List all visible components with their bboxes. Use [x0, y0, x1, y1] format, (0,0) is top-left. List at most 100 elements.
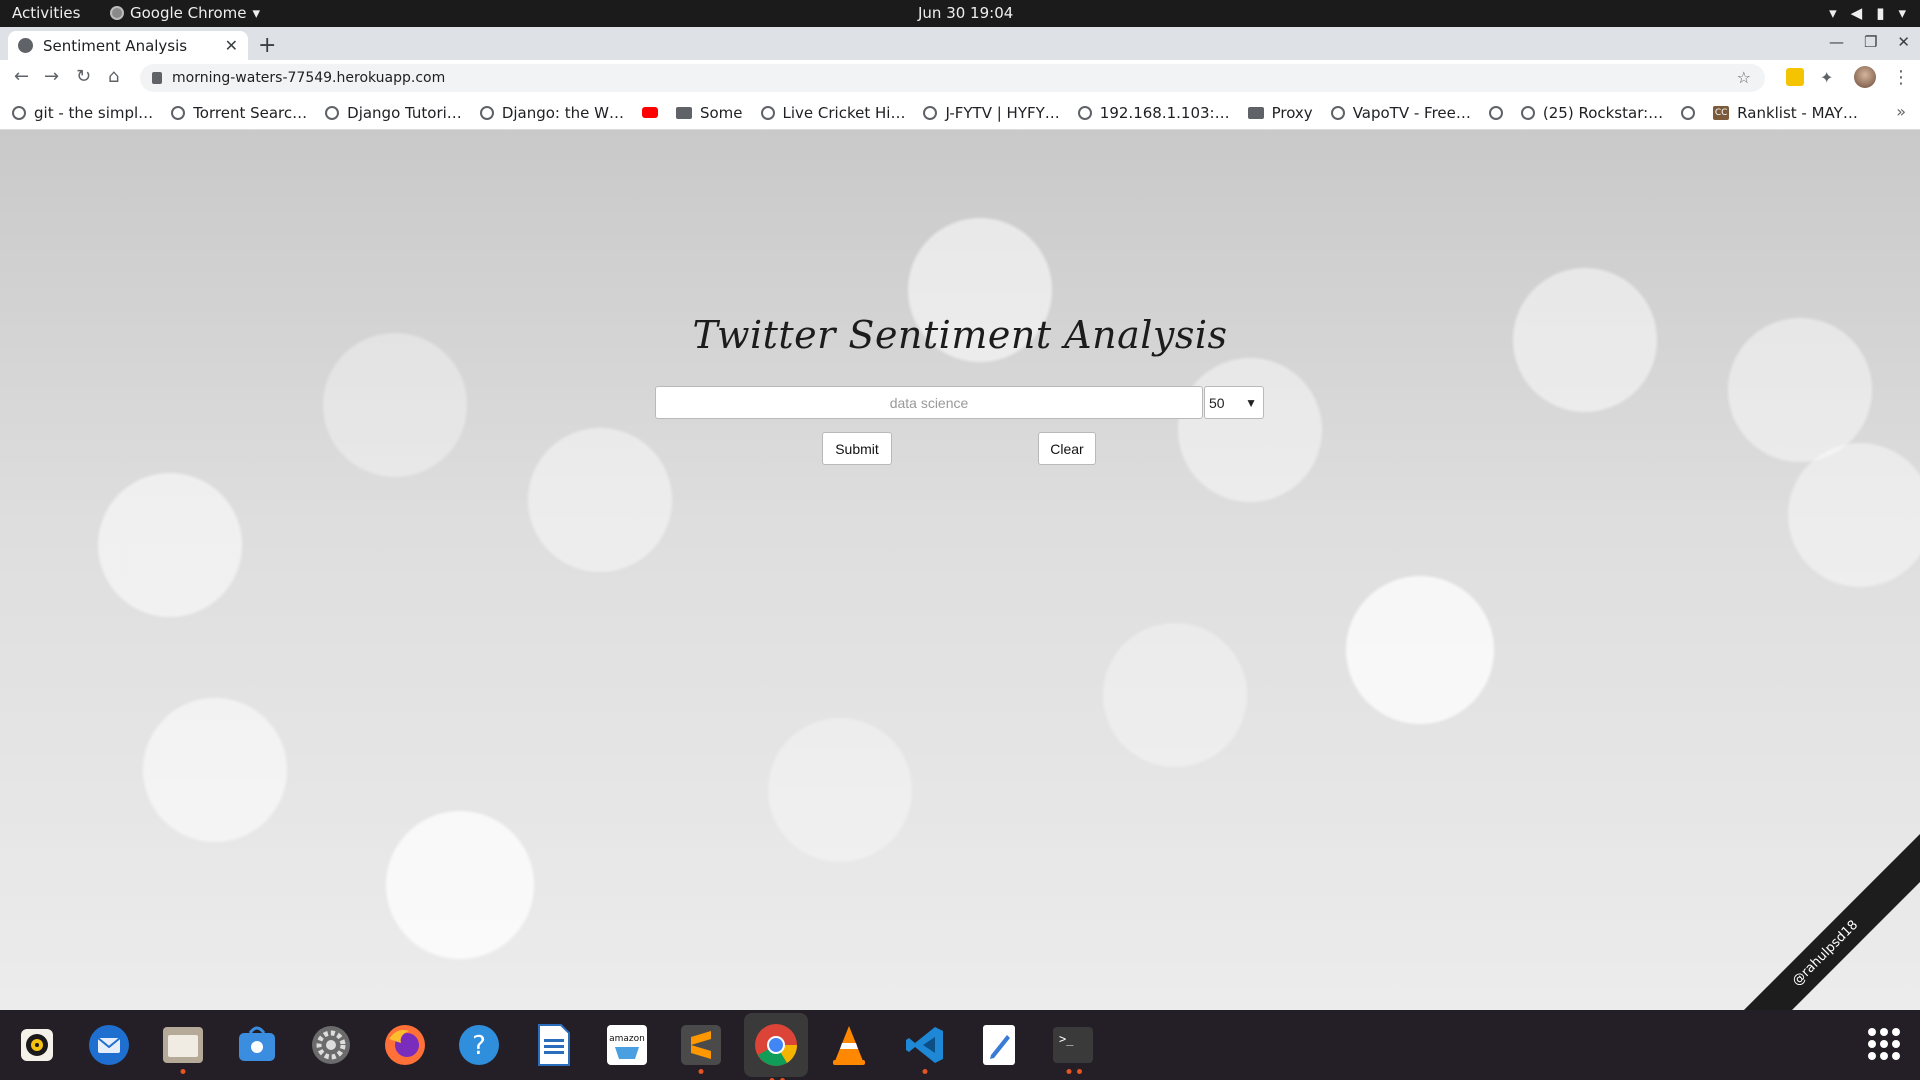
volume-icon: ◀: [1850, 4, 1863, 22]
bookmark-item[interactable]: Live Cricket Hi…: [760, 104, 905, 122]
settings-icon[interactable]: [308, 1022, 354, 1068]
svg-text:>_: >_: [1059, 1032, 1074, 1046]
sublime-icon[interactable]: [678, 1022, 724, 1074]
search-query-input[interactable]: [655, 386, 1203, 419]
globe-icon: [325, 105, 340, 120]
tab-strip: Sentiment Analysis ✕ + — ❐ ✕: [0, 27, 1920, 60]
activities-button[interactable]: Activities: [12, 4, 80, 22]
bookmarks-overflow-icon[interactable]: »: [1896, 102, 1906, 121]
restore-icon[interactable]: ❐: [1864, 33, 1877, 51]
puzzle-icon[interactable]: ✦: [1820, 68, 1838, 87]
globe-icon: [1077, 105, 1092, 120]
bookmarks-bar: git - the simpl… Torrent Searc… Django T…: [0, 96, 1920, 130]
system-tray[interactable]: ▾ ◀ ▮ ▾: [1829, 4, 1906, 22]
globe-icon: [1330, 105, 1345, 120]
home-icon[interactable]: ⌂: [108, 66, 119, 87]
bookmark-item[interactable]: VapoTV - Free…: [1330, 104, 1471, 122]
bookmark-folder[interactable]: Some: [675, 104, 743, 122]
bookmark-star-icon[interactable]: ☆: [1737, 68, 1751, 87]
bookmark-item[interactable]: Torrent Searc…: [171, 104, 307, 122]
minimize-icon[interactable]: —: [1829, 33, 1844, 51]
running-indicator: [922, 1069, 928, 1074]
terminal-icon[interactable]: >_: [1050, 1022, 1096, 1074]
back-icon[interactable]: ←: [14, 66, 29, 87]
running-indicator: [698, 1069, 704, 1074]
window-controls: — ❐ ✕: [1829, 33, 1910, 51]
globe-icon: [1681, 105, 1696, 120]
vscode-icon[interactable]: [902, 1022, 948, 1074]
app-menu-label: Google Chrome: [130, 4, 247, 22]
address-bar[interactable]: morning-waters-77549.herokuapp.com ☆: [140, 64, 1765, 92]
writer-icon[interactable]: [530, 1022, 576, 1068]
lock-icon: [152, 72, 162, 84]
tweet-count-select[interactable]: 50 ▼: [1204, 386, 1264, 419]
chrome-icon[interactable]: [744, 1013, 808, 1080]
chrome-icon: [110, 6, 124, 20]
tab-sentiment-analysis[interactable]: Sentiment Analysis ✕: [8, 31, 248, 60]
bookmark-item[interactable]: [1488, 105, 1503, 120]
bookmark-item[interactable]: Django Tutori…: [325, 104, 462, 122]
svg-text:?: ?: [472, 1031, 486, 1061]
forward-icon[interactable]: →: [44, 66, 59, 87]
bookmark-item[interactable]: [1681, 105, 1696, 120]
watermark-ribbon: @rahulpsd18: [1696, 824, 1920, 1010]
clock[interactable]: Jun 30 19:04: [918, 4, 1013, 22]
folder-icon: [675, 106, 692, 119]
help-icon[interactable]: ?: [456, 1022, 502, 1068]
browser-toolbar: ← → ↻ ⌂ morning-waters-77549.herokuapp.c…: [0, 60, 1920, 96]
close-window-icon[interactable]: ✕: [1897, 33, 1910, 51]
bookmark-item[interactable]: (25) Rockstar:…: [1520, 104, 1663, 122]
chevron-down-icon: ▼: [1245, 395, 1257, 410]
chevron-down-icon: ▾: [252, 4, 261, 22]
bookmark-item[interactable]: [641, 107, 658, 118]
wifi-icon: ▾: [1829, 4, 1837, 22]
tab-title: Sentiment Analysis: [43, 36, 188, 55]
text-editor-icon[interactable]: [976, 1022, 1022, 1068]
tweet-count-value: 50: [1209, 394, 1225, 411]
new-tab-button[interactable]: +: [258, 33, 276, 58]
bookmark-item[interactable]: 192.168.1.103:…: [1077, 104, 1230, 122]
bookmark-item[interactable]: J-FYTV | HYFY…: [923, 104, 1060, 122]
page-title: Twitter Sentiment Analysis: [692, 313, 1228, 357]
globe-icon: [760, 105, 775, 120]
firefox-icon[interactable]: [382, 1022, 428, 1068]
app-menu[interactable]: Google Chrome ▾: [110, 4, 260, 22]
globe-icon: [923, 105, 938, 120]
files-icon[interactable]: [160, 1022, 206, 1074]
extension-icon[interactable]: [1786, 68, 1804, 86]
bookmark-item[interactable]: Django: the W…: [479, 104, 624, 122]
amazon-icon[interactable]: amazon: [604, 1022, 650, 1068]
favicon-icon: [18, 38, 33, 53]
folder-icon: [1247, 106, 1264, 119]
globe-icon: [479, 105, 494, 120]
thunderbird-icon[interactable]: [86, 1022, 132, 1068]
vlc-icon[interactable]: [826, 1022, 872, 1068]
running-indicator: [180, 1069, 186, 1074]
page-viewport: Twitter Sentiment Analysis 50 ▼ Submit C…: [0, 130, 1920, 1010]
clear-button[interactable]: Clear: [1038, 432, 1096, 465]
software-icon[interactable]: [234, 1022, 280, 1068]
menu-kebab-icon[interactable]: ⋮: [1892, 67, 1910, 88]
running-indicator: [1077, 1069, 1082, 1074]
globe-icon: [12, 105, 26, 120]
close-icon[interactable]: ✕: [225, 36, 238, 55]
chevron-down-icon: ▾: [1898, 4, 1906, 22]
bookmark-folder[interactable]: Proxy: [1247, 104, 1313, 122]
toolbar-actions: ✦ ⋮: [1786, 66, 1910, 88]
bookmark-item[interactable]: git - the simpl…: [12, 104, 153, 122]
globe-icon: [171, 105, 186, 120]
battery-icon: ▮: [1876, 4, 1885, 22]
url-text: morning-waters-77549.herokuapp.com: [172, 70, 446, 86]
rhythmbox-icon[interactable]: [14, 1022, 60, 1068]
globe-icon: [1488, 105, 1503, 120]
show-applications-icon[interactable]: [1868, 1028, 1900, 1060]
globe-icon: [1520, 105, 1535, 120]
submit-button[interactable]: Submit: [822, 432, 892, 465]
codechef-icon: CC: [1713, 105, 1730, 120]
bookmark-item[interactable]: CC Ranklist - MAY…: [1713, 104, 1858, 122]
reload-icon[interactable]: ↻: [76, 66, 91, 87]
dock: ? amazon >_: [0, 1010, 1920, 1080]
system-top-bar: Activities Google Chrome ▾ Jun 30 19:04 …: [0, 0, 1920, 27]
running-indicator: [1066, 1069, 1072, 1074]
profile-avatar[interactable]: [1854, 66, 1876, 88]
